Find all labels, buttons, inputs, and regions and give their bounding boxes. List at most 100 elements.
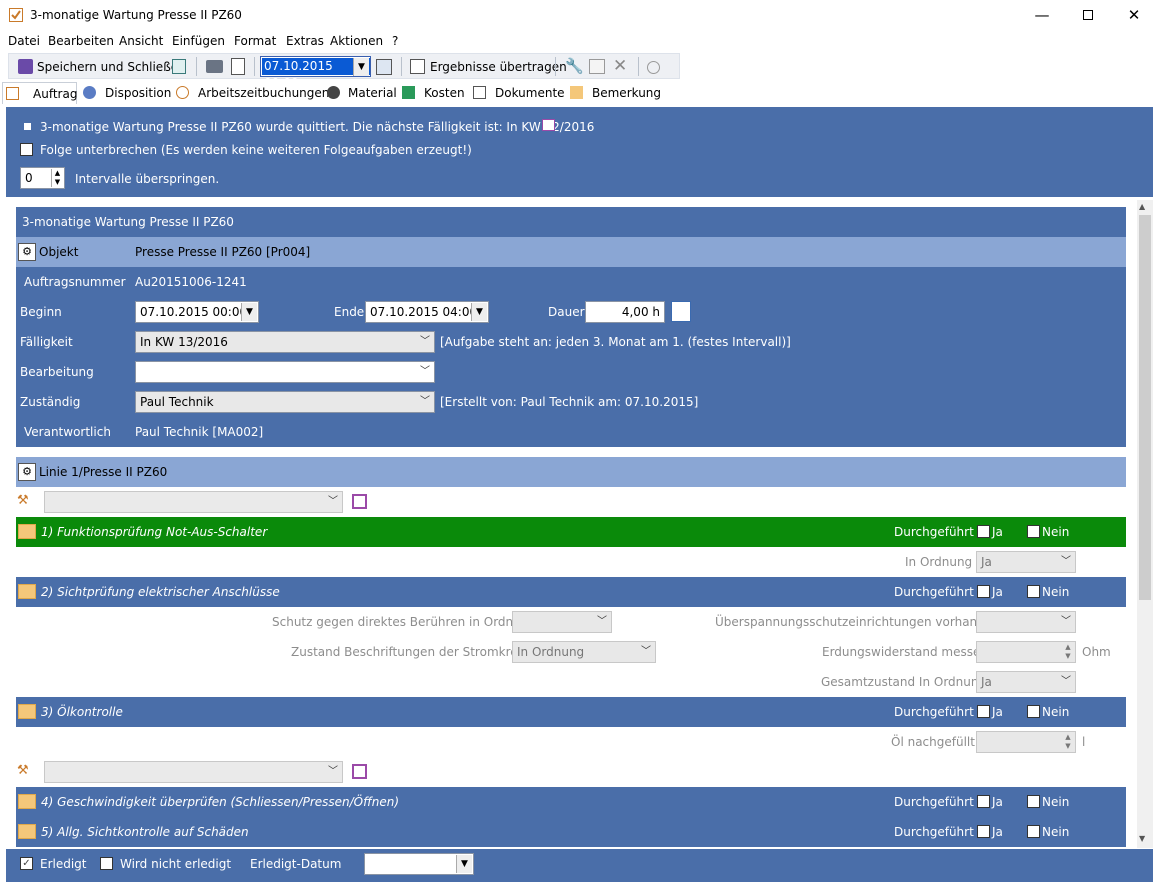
- menu-format[interactable]: Format: [234, 34, 276, 48]
- spinner-arrows-icon[interactable]: ▲ ▼: [1062, 733, 1074, 751]
- print-icon[interactable]: [206, 60, 223, 73]
- chevron-down-icon[interactable]: ▼: [241, 303, 257, 321]
- duration-field[interactable]: 4,00 h: [585, 301, 665, 323]
- processing-select[interactable]: ﹀: [135, 361, 435, 383]
- chevron-down-icon[interactable]: ﹀: [1061, 672, 1071, 692]
- break-sequence-checkbox[interactable]: [20, 143, 33, 156]
- done-date-label: Erledigt-Datum: [250, 857, 342, 871]
- yes-checkbox[interactable]: [977, 705, 990, 718]
- labeling-select[interactable]: In Ordnung ﹀: [512, 641, 656, 663]
- tab-arbeitszeitbuchungen[interactable]: Arbeitszeitbuchungen: [173, 82, 329, 104]
- maximize-icon[interactable]: [1065, 0, 1111, 31]
- no-checkbox[interactable]: [1027, 705, 1040, 718]
- scroll-down-icon[interactable]: ▼: [1139, 834, 1145, 843]
- save-template-icon[interactable]: [352, 494, 367, 509]
- chevron-down-icon[interactable]: ﹀: [420, 362, 430, 382]
- end-date-field[interactable]: 07.10.2015 04:00 ▼: [365, 301, 489, 323]
- tab-material[interactable]: Material: [324, 82, 397, 104]
- no-checkbox[interactable]: [1027, 585, 1040, 598]
- folder-icon: [18, 824, 36, 839]
- yes-checkbox[interactable]: [977, 525, 990, 538]
- ok-select[interactable]: Ja ﹀: [976, 551, 1076, 573]
- chevron-down-icon[interactable]: ▼: [353, 58, 369, 76]
- minimize-icon[interactable]: —: [1019, 0, 1065, 31]
- scroll-thumb[interactable]: [1139, 215, 1151, 600]
- labeling-value: In Ordnung: [517, 645, 585, 659]
- date-combo[interactable]: 07.10.2015 00:00 ▼: [260, 56, 371, 90]
- transfer-results-button[interactable]: Ergebnisse übertragen: [430, 60, 567, 74]
- object-label: Objekt: [39, 245, 79, 259]
- done-checkbox[interactable]: ✓: [20, 857, 33, 870]
- spinner-arrows-icon[interactable]: ▲ ▼: [51, 169, 63, 187]
- delete-icon[interactable]: ✕: [613, 56, 627, 76]
- chevron-down-icon[interactable]: ﹀: [1061, 612, 1071, 632]
- done-label: Durchgeführt: [894, 585, 974, 599]
- chevron-down-icon[interactable]: ﹀: [641, 642, 651, 662]
- preview-icon[interactable]: [231, 58, 245, 75]
- checklist-icon: [6, 87, 19, 100]
- yes-checkbox[interactable]: [977, 795, 990, 808]
- accountable-value: Paul Technik [MA002]: [135, 425, 264, 439]
- due-select[interactable]: In KW 13/2016 ﹀: [135, 331, 435, 353]
- oil-input[interactable]: ▲ ▼: [976, 731, 1076, 753]
- oil-label: Öl nachgefüllt: [891, 735, 975, 749]
- chevron-down-icon[interactable]: ﹀: [420, 392, 430, 412]
- done-date-field[interactable]: ▼: [364, 853, 474, 875]
- menu-aktionen[interactable]: Aktionen: [330, 34, 383, 48]
- object-icon: ⚙: [18, 463, 36, 481]
- tab-bemerkung[interactable]: Bemerkung: [567, 82, 661, 104]
- save-close-button[interactable]: Speichern und Schließen: [37, 60, 186, 74]
- overall-select[interactable]: Ja ﹀: [976, 671, 1076, 693]
- app-icon: [9, 8, 23, 22]
- tab-disposition[interactable]: Disposition: [80, 82, 172, 104]
- menu-bearbeiten[interactable]: Bearbeiten: [48, 34, 114, 48]
- chevron-down-icon[interactable]: ﹀: [328, 492, 338, 512]
- scroll-up-icon[interactable]: ▲: [1139, 202, 1145, 211]
- yes-checkbox[interactable]: [977, 825, 990, 838]
- not-done-checkbox[interactable]: [100, 857, 113, 870]
- tool-icon[interactable]: ⚒: [17, 763, 37, 781]
- no-checkbox[interactable]: [1027, 795, 1040, 808]
- yes-checkbox[interactable]: [977, 585, 990, 598]
- menu-ansicht[interactable]: Ansicht: [119, 34, 163, 48]
- save-template-icon[interactable]: [352, 764, 367, 779]
- edit-list-icon[interactable]: [589, 59, 605, 74]
- menu-datei[interactable]: Datei: [8, 34, 40, 48]
- tool-icon[interactable]: ⚒: [17, 493, 37, 511]
- spinner-arrows-icon[interactable]: ▲ ▼: [1062, 643, 1074, 661]
- tab-kosten[interactable]: Kosten: [399, 82, 465, 104]
- interval-spinner[interactable]: 0 ▲ ▼: [20, 167, 65, 189]
- tab-auftrag[interactable]: Auftrag: [2, 82, 77, 104]
- calculator-icon[interactable]: [671, 301, 691, 322]
- menu-extras[interactable]: Extras: [286, 34, 324, 48]
- ground-input[interactable]: ▲ ▼: [976, 641, 1076, 663]
- begin-date-field[interactable]: 07.10.2015 00:00 ▼: [135, 301, 259, 323]
- protection-select[interactable]: ﹀: [512, 611, 612, 633]
- no-checkbox[interactable]: [1027, 525, 1040, 538]
- calendar-search-icon[interactable]: [376, 59, 392, 75]
- note-edit-icon[interactable]: [542, 119, 555, 131]
- menu-help[interactable]: ?: [392, 34, 398, 48]
- clock-icon[interactable]: [647, 61, 660, 74]
- chevron-down-icon[interactable]: ﹀: [597, 612, 607, 632]
- chevron-down-icon[interactable]: ▼: [471, 303, 487, 321]
- close-doc-icon[interactable]: [172, 59, 186, 74]
- quit-text: 3-monatige Wartung Presse II PZ60 wurde …: [40, 120, 595, 134]
- chevron-down-icon[interactable]: ﹀: [1061, 552, 1071, 572]
- oil-unit: l: [1082, 735, 1086, 749]
- menu-einfuegen[interactable]: Einfügen: [172, 34, 225, 48]
- responsible-select[interactable]: Paul Technik ﹀: [135, 391, 435, 413]
- surge-select[interactable]: ﹀: [976, 611, 1076, 633]
- template-select-2[interactable]: ﹀: [44, 761, 343, 783]
- chevron-down-icon[interactable]: ﹀: [420, 332, 430, 352]
- chevron-down-icon[interactable]: ▼: [456, 855, 472, 873]
- due-label: Fälligkeit: [20, 335, 73, 349]
- tab-dokumente[interactable]: Dokumente: [470, 82, 565, 104]
- break-sequence-label: Folge unterbrechen (Es werden keine weit…: [40, 143, 472, 157]
- no-checkbox[interactable]: [1027, 825, 1040, 838]
- chevron-down-icon[interactable]: ﹀: [328, 762, 338, 782]
- wrench-icon[interactable]: 🔧: [565, 59, 584, 74]
- close-icon[interactable]: ✕: [1111, 0, 1157, 31]
- tab-label: Disposition: [105, 86, 172, 100]
- template-select[interactable]: ﹀: [44, 491, 343, 513]
